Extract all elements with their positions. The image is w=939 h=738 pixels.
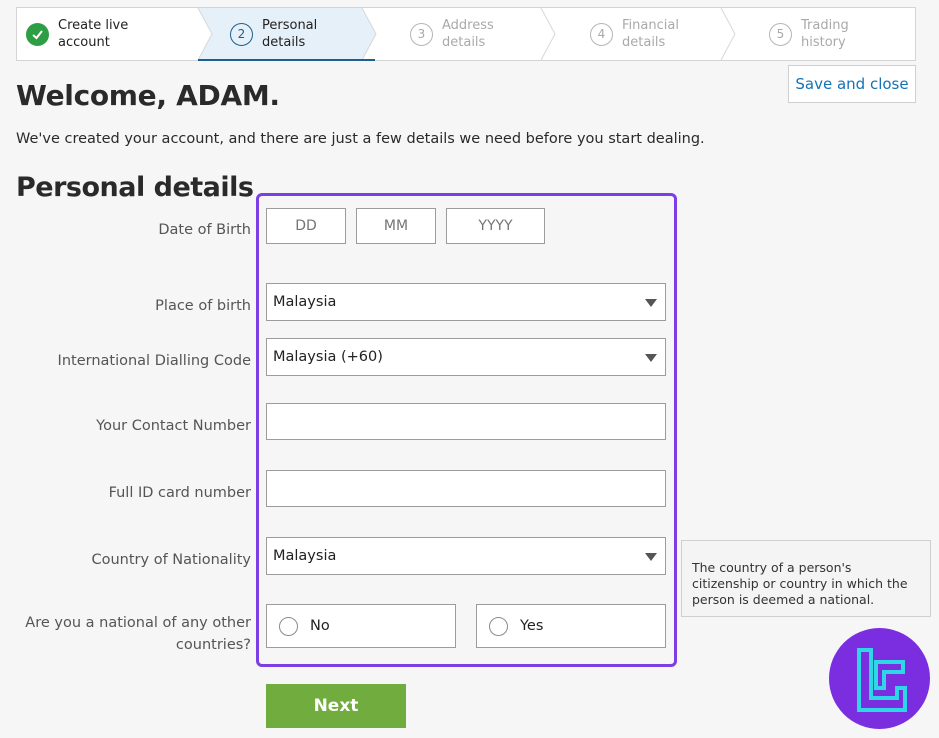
caret-down-icon <box>645 299 657 307</box>
progress-stepper: Create live account 2 Personal details 3… <box>16 7 916 61</box>
section-title: Personal details <box>16 172 254 203</box>
step-number: 4 <box>590 22 613 46</box>
dob-year-input[interactable] <box>446 208 545 244</box>
save-and-close-button[interactable]: Save and close <box>788 65 916 103</box>
caret-down-icon <box>645 553 657 561</box>
radio-circle-icon <box>489 616 508 636</box>
nationality-tooltip: The country of a person's citizenship or… <box>681 540 931 617</box>
other-nationality-label: Are you a national of any other countrie… <box>25 612 251 656</box>
logo-mark-icon <box>857 648 907 712</box>
nationality-select[interactable]: Malaysia <box>266 537 666 575</box>
radio-yes-label: Yes <box>520 618 544 634</box>
step-label: Personal details <box>262 18 318 50</box>
step-trading-history[interactable]: 5 Trading history <box>769 8 849 60</box>
step-label: Financial details <box>622 18 679 50</box>
step-address-details[interactable]: 3 Address details <box>410 8 494 60</box>
contact-number-label: Your Contact Number <box>96 418 251 434</box>
step-label: Create live account <box>58 18 129 50</box>
place-of-birth-label: Place of birth <box>155 298 251 314</box>
id-card-input[interactable] <box>266 470 666 507</box>
dialling-code-select[interactable]: Malaysia (+60) <box>266 338 666 376</box>
dob-month-input[interactable] <box>356 208 436 244</box>
other-nationality-label-line2: countries? <box>175 637 251 653</box>
radio-no-label: No <box>310 618 330 634</box>
step-number: 3 <box>410 22 433 46</box>
brand-logo <box>829 628 930 729</box>
contact-number-input[interactable] <box>266 403 666 440</box>
caret-down-icon <box>645 354 657 362</box>
next-button[interactable]: Next <box>266 684 406 728</box>
step-financial-details[interactable]: 4 Financial details <box>590 8 679 60</box>
radio-circle-icon <box>279 616 298 636</box>
step-number: 5 <box>769 22 792 46</box>
step-label: Trading history <box>801 18 849 50</box>
active-step-underline <box>198 59 375 61</box>
step-create-account[interactable]: Create live account <box>26 8 128 60</box>
other-nationality-label-line1: Are you a national of any other <box>25 615 251 631</box>
welcome-heading: Welcome, ADAM. <box>16 79 280 112</box>
nationality-value: Malaysia <box>273 548 337 564</box>
step-label: Address details <box>442 18 494 50</box>
id-card-label: Full ID card number <box>108 485 251 501</box>
dialling-code-value: Malaysia (+60) <box>273 349 383 365</box>
nationality-label: Country of Nationality <box>91 552 251 568</box>
welcome-subtitle: We've created your account, and there ar… <box>16 131 705 147</box>
step-number: 2 <box>230 22 253 46</box>
place-of-birth-select[interactable]: Malaysia <box>266 283 666 321</box>
dob-day-input[interactable] <box>266 208 346 244</box>
dialling-code-label: International Dialling Code <box>57 353 251 369</box>
radio-no[interactable]: No <box>266 604 456 648</box>
step-personal-details[interactable]: 2 Personal details <box>230 8 317 60</box>
dob-label: Date of Birth <box>158 222 251 238</box>
radio-yes[interactable]: Yes <box>476 604 666 648</box>
place-of-birth-value: Malaysia <box>273 294 337 310</box>
checkmark-icon <box>26 22 49 46</box>
